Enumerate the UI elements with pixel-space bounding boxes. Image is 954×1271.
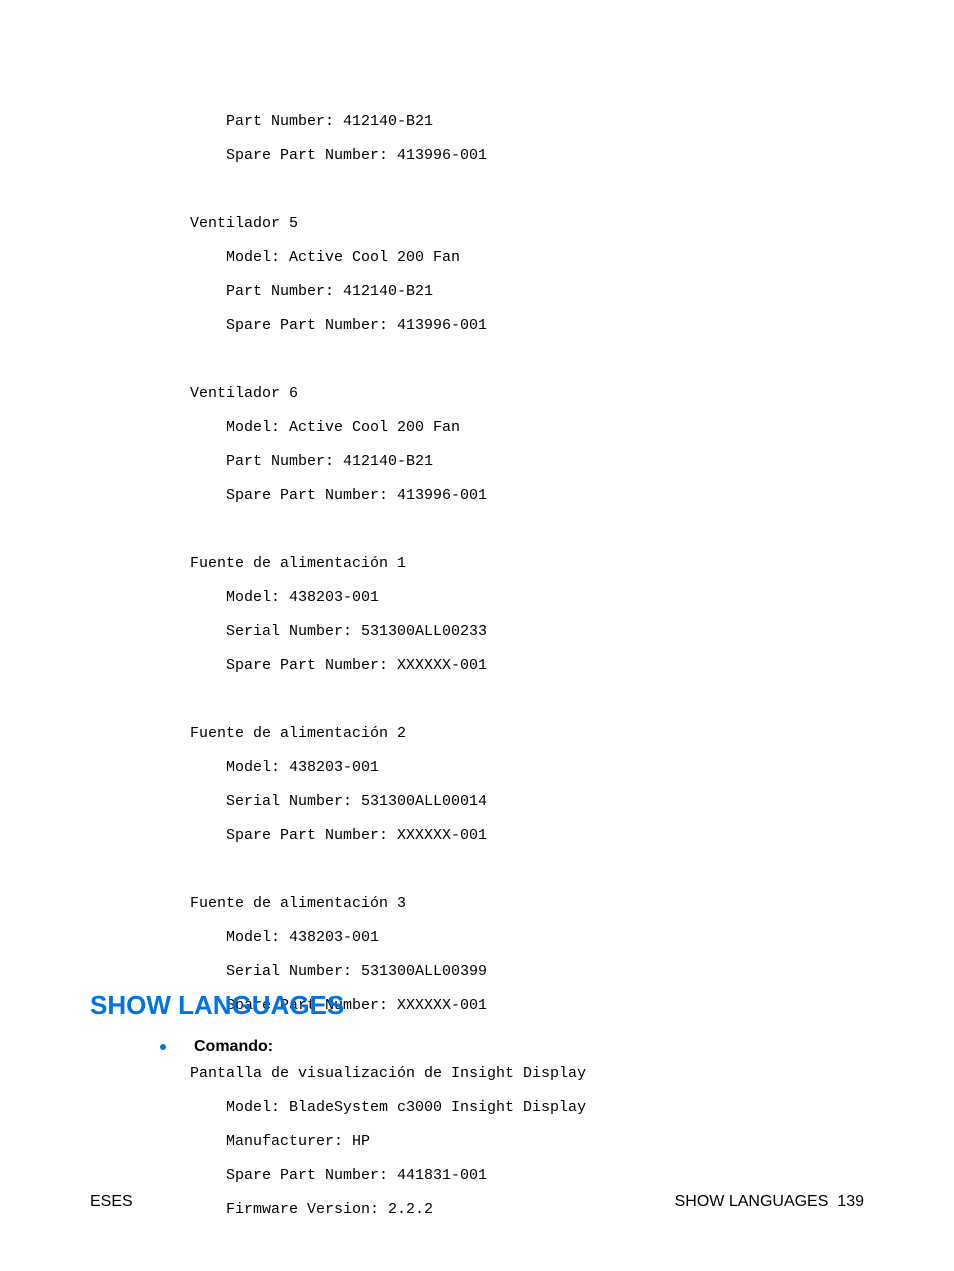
footer-page-number: 139 xyxy=(837,1193,864,1210)
section-heading-show-languages: SHOW LANGUAGES xyxy=(90,990,344,1021)
footer-left: ESES xyxy=(90,1193,133,1211)
footer-right-label: SHOW LANGUAGES xyxy=(675,1193,829,1210)
page: Part Number: 412140-B21 Spare Part Numbe… xyxy=(0,0,954,1271)
page-footer: ESES SHOW LANGUAGES 139 xyxy=(90,1193,864,1211)
bullet-label: Comando: xyxy=(194,1038,273,1056)
bullet-icon xyxy=(160,1044,166,1050)
footer-right: SHOW LANGUAGES 139 xyxy=(675,1193,864,1211)
command-output-block: Part Number: 412140-B21 Spare Part Numbe… xyxy=(190,105,586,1227)
bullet-row-comando: Comando: xyxy=(160,1038,273,1056)
